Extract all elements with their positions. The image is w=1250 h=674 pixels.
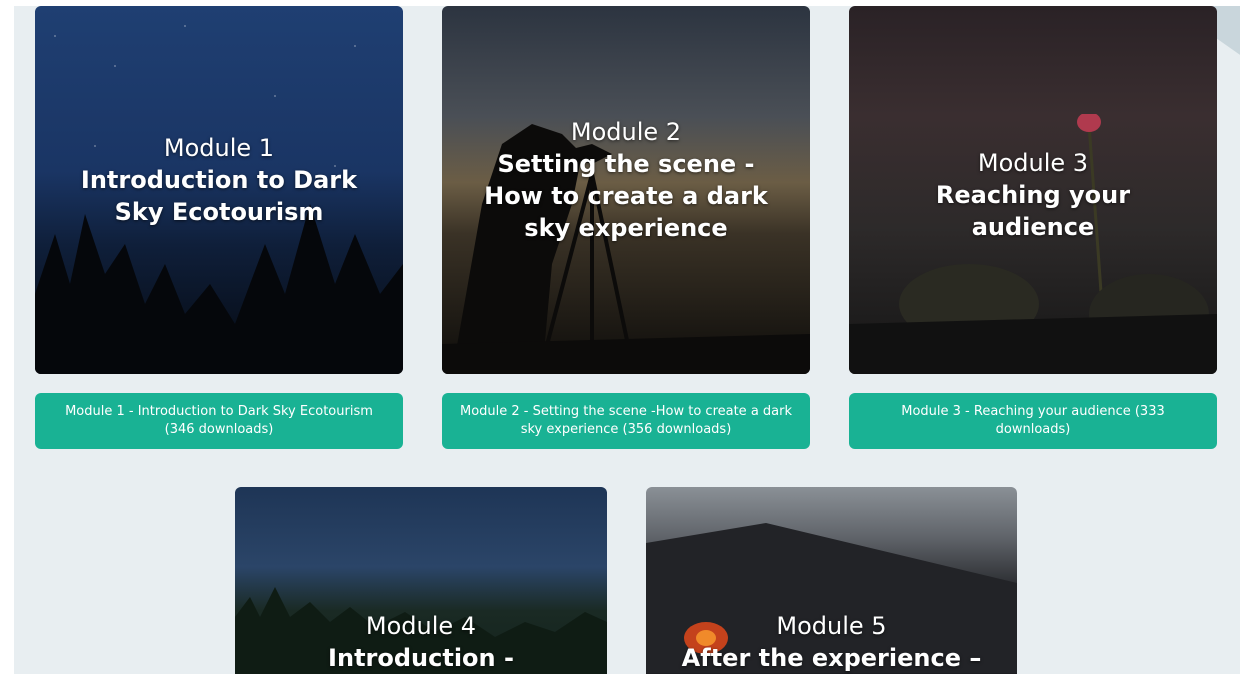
modules-section: Module 1 Introduction to Dark Sky Ecotou… xyxy=(14,6,1240,674)
module-3-download-button[interactable]: Module 3 - Reaching your audience (333 d… xyxy=(849,393,1217,449)
module-4-card[interactable]: Module 4 Introduction - Designing xyxy=(235,487,607,674)
module-3-number: Module 3 xyxy=(977,149,1089,177)
module-2-card[interactable]: Module 2 Setting the scene -How to creat… xyxy=(442,6,810,374)
module-4-number: Module 4 xyxy=(365,612,477,640)
module-4-title: Module 4 Introduction - Designing xyxy=(235,610,607,674)
module-1-title: Module 1 Introduction to Dark Sky Ecotou… xyxy=(35,132,403,228)
module-2-download-label: Module 2 - Setting the scene -How to cre… xyxy=(459,404,793,437)
module-5-name: After the experience – A xyxy=(681,644,982,672)
module-4-name: Introduction - Designing xyxy=(328,644,514,672)
module-2-title: Module 2 Setting the scene -How to creat… xyxy=(442,116,810,244)
module-3-card[interactable]: Module 3 Reaching your audience xyxy=(849,6,1217,374)
module-5-title: Module 5 After the experience – A xyxy=(646,610,1017,674)
module-1-number: Module 1 xyxy=(163,134,275,162)
module-3-download-label: Module 3 - Reaching your audience (333 d… xyxy=(901,404,1165,437)
module-3-title: Module 3 Reaching your audience xyxy=(849,147,1217,243)
module-2-download-button[interactable]: Module 2 - Setting the scene -How to cre… xyxy=(442,393,810,449)
module-2-number: Module 2 xyxy=(570,118,682,146)
module-1-card[interactable]: Module 1 Introduction to Dark Sky Ecotou… xyxy=(35,6,403,374)
module-1-download-label: Module 1 - Introduction to Dark Sky Ecot… xyxy=(65,404,373,437)
module-5-card[interactable]: Module 5 After the experience – A xyxy=(646,487,1017,674)
module-3-name: Reaching your audience xyxy=(935,181,1131,241)
module-5-number: Module 5 xyxy=(776,612,887,640)
module-1-download-button[interactable]: Module 1 - Introduction to Dark Sky Ecot… xyxy=(35,393,403,449)
module-1-name: Introduction to Dark Sky Ecotourism xyxy=(80,166,358,226)
module-2-name: Setting the scene -How to create a dark … xyxy=(484,150,768,242)
